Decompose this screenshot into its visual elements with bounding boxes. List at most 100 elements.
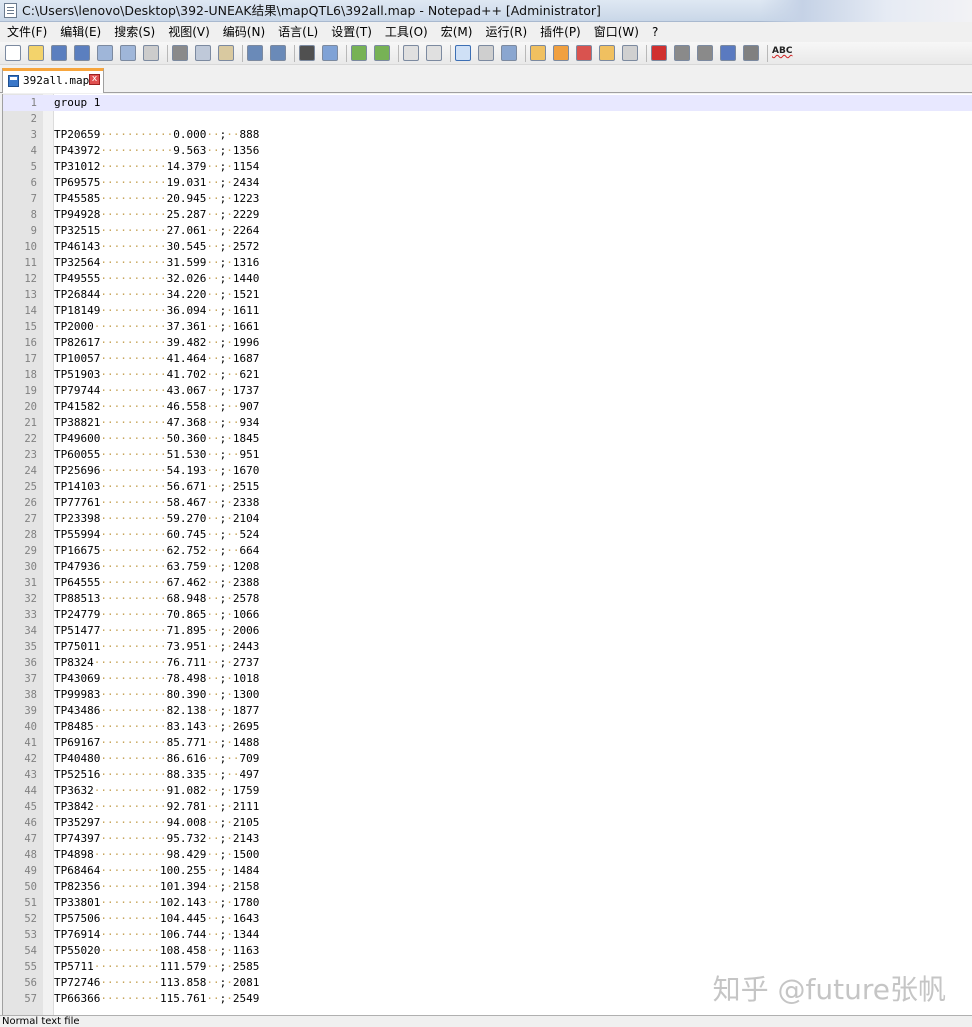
editor-line[interactable]: 40 TP8485···········83.143··;·2695 [3, 719, 972, 735]
run-macro-multiple-icon[interactable] [720, 45, 736, 61]
editor-line[interactable]: 42 TP40480··········86.616··;··709 [3, 751, 972, 767]
editor-line[interactable]: 27 TP23398··········59.270··;·2104 [3, 511, 972, 527]
editor-line[interactable]: 32 TP88513··········68.948··;·2578 [3, 591, 972, 607]
editor-area[interactable]: 1 group 1 2 3 TP20659···········0.000··;·… [2, 94, 972, 1015]
editor-line[interactable]: 51 TP33801·········102.143··;·1780 [3, 895, 972, 911]
editor-line[interactable]: 21 TP38821··········47.368··;··934 [3, 415, 972, 431]
menu-item[interactable]: 编辑(E) [53, 22, 107, 42]
editor-line[interactable]: 36 TP8324···········76.711··;·2737 [3, 655, 972, 671]
editor-line[interactable]: 30 TP47936··········63.759··;·1208 [3, 559, 972, 575]
editor-line[interactable]: 52 TP57506·········104.445··;·1643 [3, 911, 972, 927]
editor-line[interactable]: 13 TP26844··········34.220··;·1521 [3, 287, 972, 303]
editor-line[interactable]: 37 TP43069··········78.498··;·1018 [3, 671, 972, 687]
notepad-app-icon[interactable] [4, 3, 17, 18]
document-map-icon[interactable] [553, 45, 569, 61]
editor-line[interactable]: 54 TP55020·········108.458··;·1163 [3, 943, 972, 959]
editor-line[interactable]: 19 TP79744··········43.067··;·1737 [3, 383, 972, 399]
monitoring-icon[interactable] [622, 45, 638, 61]
editor-line[interactable]: 6 TP69575··········19.031··;·2434 [3, 175, 972, 191]
new-file-icon[interactable] [5, 45, 21, 61]
show-all-characters-icon[interactable] [478, 45, 494, 61]
editor-line[interactable]: 39 TP43486··········82.138··;·1877 [3, 703, 972, 719]
editor-line[interactable]: 41 TP69167··········85.771··;·1488 [3, 735, 972, 751]
editor-line[interactable]: 9 TP32515··········27.061··;·2264 [3, 223, 972, 239]
editor-line[interactable]: 14 TP18149··········36.094··;·1611 [3, 303, 972, 319]
tab-392all-map[interactable]: 392all.map x [2, 68, 104, 93]
menu-item[interactable]: 视图(V) [161, 22, 216, 42]
editor-line[interactable]: 43 TP52516··········88.335··;··497 [3, 767, 972, 783]
stop-record-icon[interactable] [674, 45, 690, 61]
editor-line[interactable]: 53 TP76914·········106.744··;·1344 [3, 927, 972, 943]
editor-line[interactable]: 10 TP46143··········30.545··;·2572 [3, 239, 972, 255]
save-icon[interactable] [51, 45, 67, 61]
cut-icon[interactable] [172, 45, 188, 61]
editor-line[interactable]: 24 TP25696··········54.193··;·1670 [3, 463, 972, 479]
record-macro-icon[interactable] [651, 45, 667, 61]
editor-line[interactable]: 47 TP74397··········95.732··;·2143 [3, 831, 972, 847]
editor-line[interactable]: 7 TP45585··········20.945··;·1223 [3, 191, 972, 207]
tab-close-icon[interactable]: x [89, 74, 100, 85]
editor-line[interactable]: 50 TP82356·········101.394··;·2158 [3, 879, 972, 895]
menu-item[interactable]: 窗口(W) [587, 22, 645, 42]
menu-item[interactable]: 工具(O) [378, 22, 434, 42]
undo-icon[interactable] [247, 45, 263, 61]
editor-line[interactable]: 22 TP49600··········50.360··;·1845 [3, 431, 972, 447]
editor-line[interactable]: 15 TP2000···········37.361··;·1661 [3, 319, 972, 335]
editor-line[interactable]: 38 TP99983··········80.390··;·1300 [3, 687, 972, 703]
editor-line[interactable]: 23 TP60055··········51.530··;··951 [3, 447, 972, 463]
editor-line[interactable]: 26 TP77761··········58.467··;·2338 [3, 495, 972, 511]
editor-line[interactable]: 17 TP10057··········41.464··;·1687 [3, 351, 972, 367]
menu-item[interactable]: 设置(T) [324, 22, 378, 42]
menu-item[interactable]: 编码(N) [216, 22, 271, 42]
editor-line[interactable]: 46 TP35297··········94.008··;·2105 [3, 815, 972, 831]
open-file-icon[interactable] [28, 45, 44, 61]
editor-line[interactable]: 12 TP49555··········32.026··;·1440 [3, 271, 972, 287]
save-all-icon[interactable] [74, 45, 90, 61]
save-macro-icon[interactable] [743, 45, 759, 61]
editor-line[interactable]: 2 [3, 111, 972, 127]
user-defined-language-icon[interactable] [530, 45, 546, 61]
editor-line[interactable]: 33 TP24779··········70.865··;·1066 [3, 607, 972, 623]
editor-line[interactable]: 11 TP32564··········31.599··;·1316 [3, 255, 972, 271]
editor-line[interactable]: 34 TP51477··········71.895··;·2006 [3, 623, 972, 639]
sync-horizontal-icon[interactable] [426, 45, 442, 61]
editor-line[interactable]: 29 TP16675··········62.752··;··664 [3, 543, 972, 559]
editor-line[interactable]: 25 TP14103··········56.671··;·2515 [3, 479, 972, 495]
folder-as-workspace-icon[interactable] [599, 45, 615, 61]
editor-line[interactable]: 45 TP3842···········92.781··;·2111 [3, 799, 972, 815]
menu-item[interactable]: 插件(P) [533, 22, 587, 42]
editor-line[interactable]: 5 TP31012··········14.379··;·1154 [3, 159, 972, 175]
editor-line[interactable]: 4 TP43972···········9.563··;·1356 [3, 143, 972, 159]
function-list-icon[interactable] [576, 45, 592, 61]
editor-line[interactable]: 28 TP55994··········60.745··;··524 [3, 527, 972, 543]
word-wrap-icon[interactable] [455, 45, 471, 61]
indent-guide-icon[interactable] [501, 45, 517, 61]
spellcheck-icon[interactable]: ABC [772, 45, 794, 61]
editor-line[interactable]: 1 group 1 [3, 95, 972, 111]
play-macro-icon[interactable] [697, 45, 713, 61]
editor-line[interactable]: 31 TP64555··········67.462··;·2388 [3, 575, 972, 591]
close-all-icon[interactable] [120, 45, 136, 61]
zoom-in-icon[interactable] [351, 45, 367, 61]
editor-line[interactable]: 44 TP3632···········91.082··;·1759 [3, 783, 972, 799]
print-icon[interactable] [143, 45, 159, 61]
menu-item[interactable]: 搜索(S) [107, 22, 161, 42]
editor-line[interactable]: 18 TP51903··········41.702··;··621 [3, 367, 972, 383]
menu-item[interactable]: 语言(L) [271, 22, 324, 42]
replace-icon[interactable] [322, 45, 338, 61]
editor-line[interactable]: 3 TP20659···········0.000··;··888 [3, 127, 972, 143]
find-icon[interactable] [299, 45, 315, 61]
sync-vertical-icon[interactable] [403, 45, 419, 61]
copy-icon[interactable] [195, 45, 211, 61]
editor-line[interactable]: 49 TP68464·········100.255··;·1484 [3, 863, 972, 879]
menu-item[interactable]: ? [645, 22, 664, 42]
editor-line[interactable]: 20 TP41582··········46.558··;··907 [3, 399, 972, 415]
editor-line[interactable]: 48 TP4898···········98.429··;·1500 [3, 847, 972, 863]
redo-icon[interactable] [270, 45, 286, 61]
menu-item[interactable]: 文件(F) [0, 22, 53, 42]
zoom-out-icon[interactable] [374, 45, 390, 61]
editor-line[interactable]: 8 TP94928··········25.287··;·2229 [3, 207, 972, 223]
paste-icon[interactable] [218, 45, 234, 61]
editor-line[interactable]: 35 TP75011··········73.951··;·2443 [3, 639, 972, 655]
menu-item[interactable]: 运行(R) [478, 22, 533, 42]
